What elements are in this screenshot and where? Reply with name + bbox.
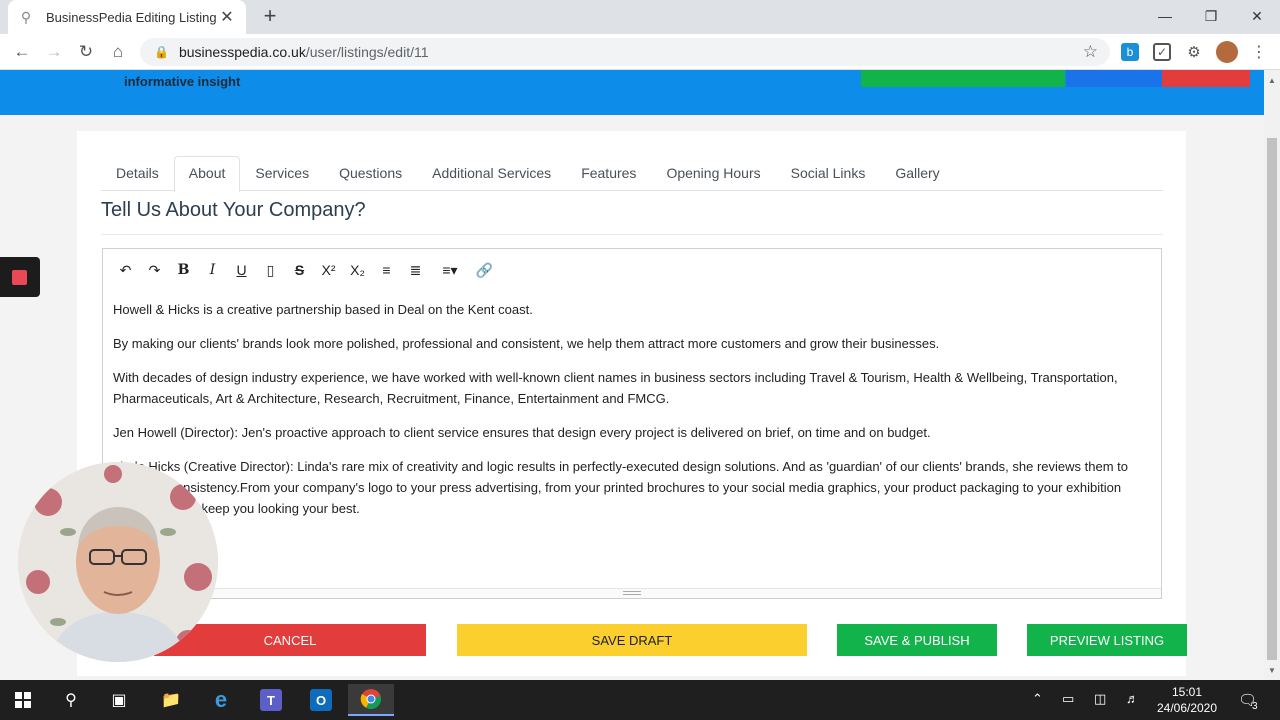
loading-icon: ⚲: [20, 8, 32, 25]
close-window-icon[interactable]: ✕: [1234, 0, 1280, 32]
network-icon[interactable]: ◫: [1094, 691, 1106, 707]
tab-questions[interactable]: Questions: [324, 156, 417, 191]
internet-explorer-icon[interactable]: e: [198, 684, 244, 716]
notification-count: 3: [1252, 701, 1258, 712]
header-red-button[interactable]: [1162, 70, 1250, 87]
webcam-presenter-image: [18, 462, 218, 662]
tab-features[interactable]: Features: [566, 156, 651, 191]
extension-b-icon[interactable]: b: [1121, 43, 1139, 61]
italic-icon[interactable]: I: [198, 258, 227, 282]
resize-grip-icon: [623, 591, 641, 595]
task-view-icon[interactable]: ▣: [96, 684, 142, 716]
restore-icon[interactable]: ❐: [1188, 0, 1234, 32]
tab-details[interactable]: Details: [101, 156, 174, 191]
scroll-up-icon[interactable]: ▲: [1264, 72, 1280, 88]
header-blue-button[interactable]: [1066, 70, 1162, 87]
outlook-icon[interactable]: O: [298, 684, 344, 716]
profile-avatar[interactable]: [1216, 41, 1238, 63]
recording-widget[interactable]: [0, 257, 40, 297]
align-dropdown-icon[interactable]: ≡▾: [430, 258, 470, 282]
page-scrollbar[interactable]: ▲ ▼: [1264, 70, 1280, 680]
back-icon[interactable]: ←: [10, 40, 34, 64]
tab-social-links[interactable]: Social Links: [776, 156, 881, 191]
chrome-icon[interactable]: [348, 684, 394, 716]
subscript-icon[interactable]: X₂: [343, 258, 372, 282]
bullet-list-icon[interactable]: ≡: [372, 258, 401, 282]
header-green-button[interactable]: [861, 70, 1065, 87]
undo-icon[interactable]: ↶: [111, 258, 140, 282]
taskbar-clock[interactable]: 15:01 24/06/2020: [1152, 684, 1222, 716]
windows-taskbar: ⚲ ▣ 📁 e T O ⌃ ▭ ◫ ♬ 15:01 24/06/2020 🗨 3: [0, 680, 1280, 720]
volume-icon[interactable]: ♬: [1126, 691, 1139, 706]
browser-tab[interactable]: ⚲ BusinessPedia Editing Listing ✕: [8, 0, 246, 34]
clock-date: 24/06/2020: [1156, 701, 1218, 715]
section-title: Tell Us About Your Company?: [101, 199, 366, 221]
battery-icon[interactable]: ▭: [1062, 691, 1074, 707]
strikethrough-icon[interactable]: S: [285, 258, 314, 282]
listing-editor-card: Details About Services Questions Additio…: [77, 131, 1187, 676]
new-tab-icon[interactable]: +: [258, 3, 282, 28]
forward-icon[interactable]: →: [42, 40, 66, 64]
tab-about[interactable]: About: [173, 156, 241, 192]
site-header: informative insight: [0, 70, 1264, 115]
home-icon[interactable]: ⌂: [106, 40, 130, 64]
editor-paragraph: Linda Hicks (Creative Director): Linda's…: [113, 459, 1129, 516]
tab-opening-hours[interactable]: Opening Hours: [651, 156, 775, 191]
tray-chevron-up-icon[interactable]: ⌃: [1032, 691, 1043, 707]
scrollbar-thumb[interactable]: [1267, 138, 1277, 660]
superscript-icon[interactable]: X²: [314, 258, 343, 282]
windows-start-icon[interactable]: [0, 684, 46, 716]
search-icon[interactable]: ⚲: [48, 684, 94, 716]
url-input[interactable]: 🔒 businesspedia.co.uk/user/listings/edit…: [140, 38, 1110, 66]
preview-listing-button[interactable]: PREVIEW LISTING: [1027, 624, 1187, 656]
webcam-overlay: [18, 462, 218, 662]
bold-icon[interactable]: B: [169, 258, 198, 282]
editor-paragraph: With decades of design industry experien…: [113, 370, 1118, 406]
reload-icon[interactable]: ↻: [74, 40, 98, 64]
save-draft-button[interactable]: SAVE DRAFT: [457, 624, 807, 656]
listing-tabs: Details About Services Questions Additio…: [101, 156, 1163, 192]
clear-format-icon[interactable]: ▯: [256, 258, 285, 282]
tab-services[interactable]: Services: [240, 156, 324, 191]
bookmark-star-icon[interactable]: ☆: [1083, 42, 1098, 62]
scroll-down-icon[interactable]: ▼: [1264, 662, 1280, 678]
link-icon[interactable]: 🔗: [470, 258, 499, 282]
url-path: /user/listings/edit/11: [305, 44, 429, 60]
url-host: businesspedia.co.uk: [178, 44, 306, 60]
editor-content[interactable]: Howell & Hicks is a creative partnership…: [113, 299, 1149, 532]
underline-icon[interactable]: U: [227, 258, 256, 282]
cancel-button[interactable]: CANCEL: [154, 624, 426, 656]
section-divider: [101, 234, 1163, 235]
clock-time: 15:01: [1171, 685, 1203, 699]
browser-tab-title: BusinessPedia Editing Listing: [46, 9, 217, 25]
editor-resize-handle[interactable]: [103, 588, 1161, 598]
editor-paragraph: Howell & Hicks is a creative partnership…: [113, 302, 533, 317]
lock-icon: 🔒: [154, 45, 169, 59]
minimize-icon[interactable]: —: [1142, 0, 1188, 32]
extensions-puzzle-icon[interactable]: ⚙: [1185, 43, 1203, 61]
file-explorer-icon[interactable]: 📁: [148, 684, 194, 716]
rich-text-editor[interactable]: ↶ ↷ B I U ▯ S X² X₂ ≡ ≣ ≡▾ 🔗 Howell & Hi…: [102, 248, 1162, 599]
browser-menu-icon[interactable]: ⋮: [1250, 43, 1268, 61]
browser-tab-bar: ⚲ BusinessPedia Editing Listing ✕ + — ❐ …: [0, 0, 1280, 34]
redo-icon[interactable]: ↷: [140, 258, 169, 282]
pocket-extension-icon[interactable]: ✓: [1153, 43, 1171, 61]
stop-record-icon: [12, 270, 27, 285]
editor-paragraph: Jen Howell (Director): Jen's proactive a…: [113, 425, 931, 440]
tab-additional-services[interactable]: Additional Services: [417, 156, 566, 191]
tab-gallery[interactable]: Gallery: [880, 156, 954, 191]
address-bar-row: ← → ↻ ⌂ 🔒 businesspedia.co.uk/user/listi…: [0, 34, 1280, 70]
save-publish-button[interactable]: SAVE & PUBLISH: [837, 624, 997, 656]
close-tab-icon[interactable]: ✕: [218, 7, 236, 27]
numbered-list-icon[interactable]: ≣: [401, 258, 430, 282]
teams-icon[interactable]: T: [248, 684, 294, 716]
editor-paragraph: By making our clients' brands look more …: [113, 336, 940, 351]
site-tagline: informative insight: [124, 74, 241, 89]
editor-toolbar: ↶ ↷ B I U ▯ S X² X₂ ≡ ≣ ≡▾ 🔗: [103, 249, 1161, 291]
